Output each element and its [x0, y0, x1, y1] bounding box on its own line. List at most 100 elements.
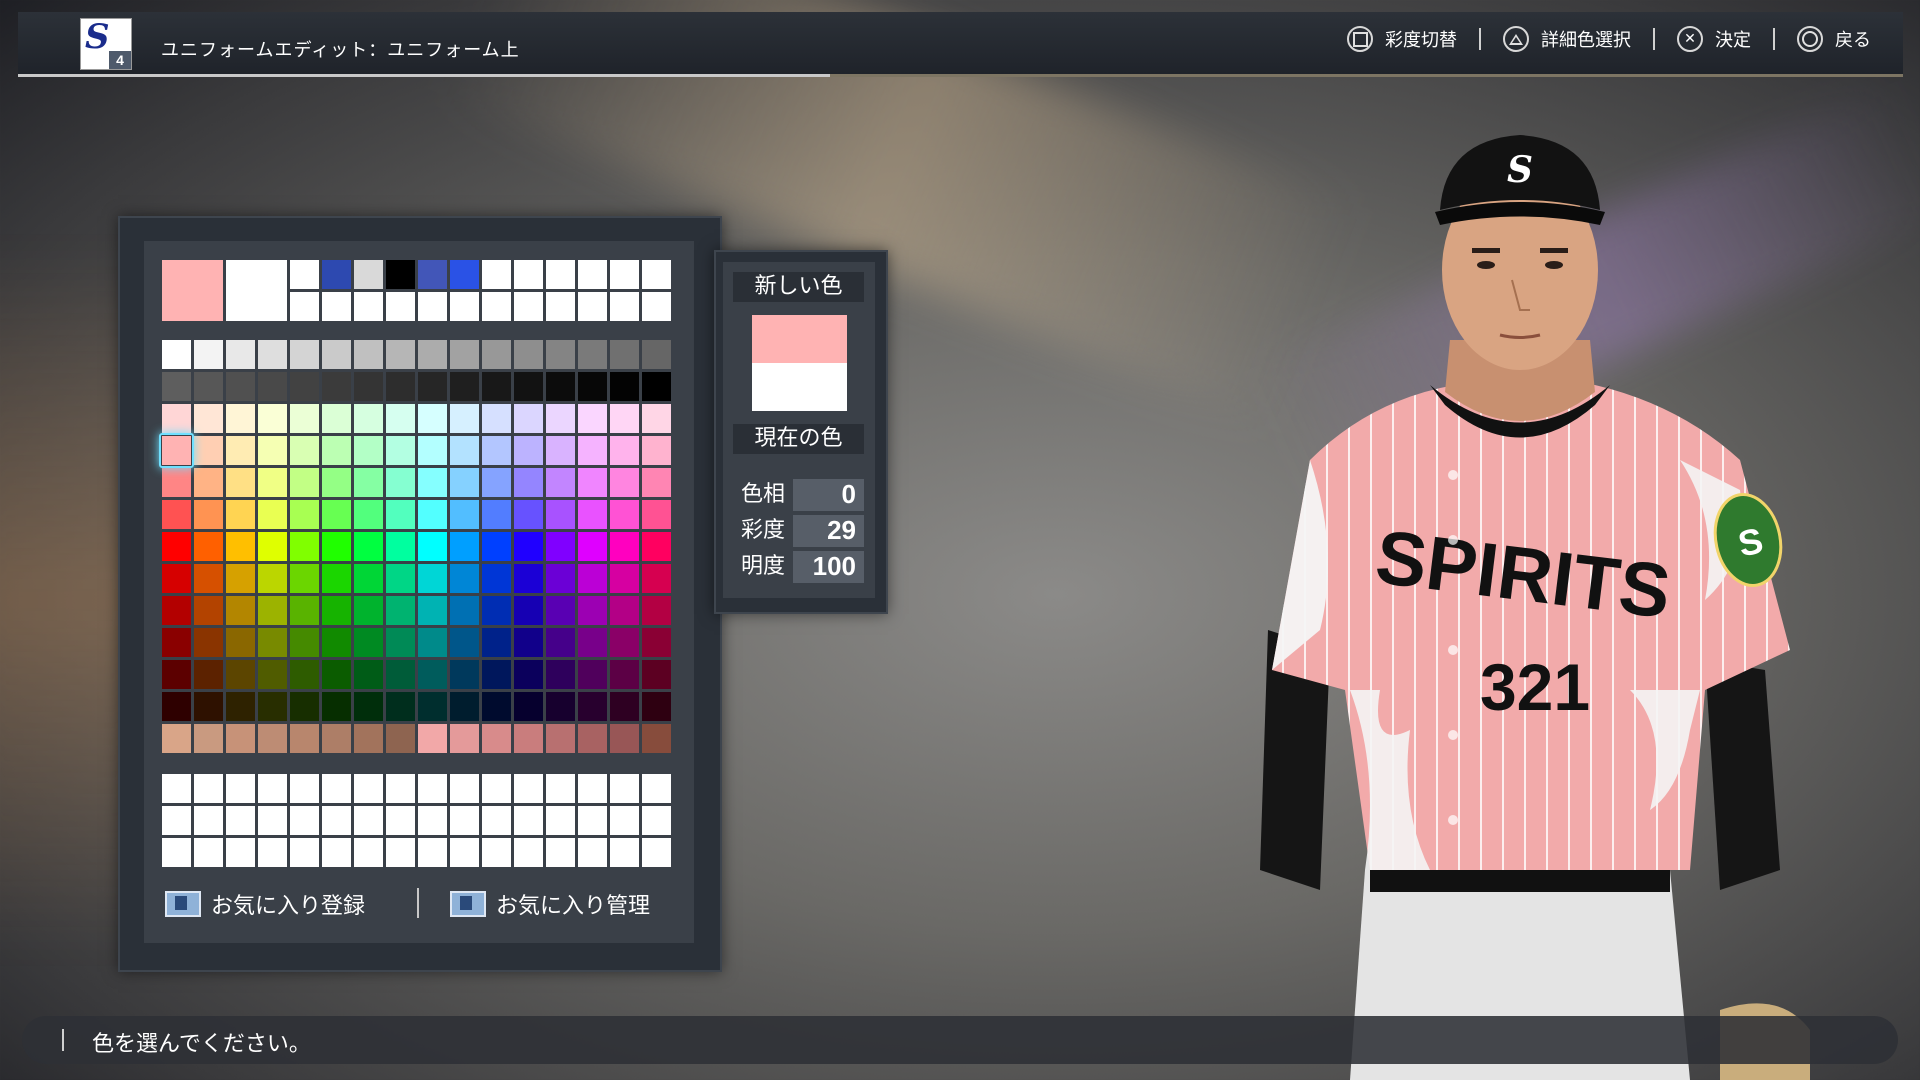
color-swatch[interactable] [642, 532, 671, 561]
favorite-slot[interactable] [386, 806, 415, 835]
favorite-register-control[interactable]: お気に入り登録 [165, 888, 365, 920]
color-swatch[interactable] [162, 404, 191, 433]
color-swatch[interactable] [194, 404, 223, 433]
color-swatch[interactable] [386, 468, 415, 497]
gray-swatch[interactable] [194, 340, 223, 369]
favorite-slot[interactable] [610, 806, 639, 835]
color-swatch[interactable] [418, 436, 447, 465]
color-swatch[interactable] [226, 436, 255, 465]
color-swatch[interactable] [354, 532, 383, 561]
color-swatch[interactable] [354, 564, 383, 593]
color-swatch[interactable] [578, 436, 607, 465]
color-swatch[interactable] [418, 596, 447, 625]
color-swatch[interactable] [578, 692, 607, 721]
color-swatch[interactable] [610, 436, 639, 465]
favorite-slot[interactable] [578, 838, 607, 867]
skin-tone-swatch[interactable] [450, 724, 479, 753]
color-swatch[interactable] [386, 692, 415, 721]
favorite-slot[interactable] [290, 806, 319, 835]
color-swatch[interactable] [450, 660, 479, 689]
color-swatch[interactable] [610, 660, 639, 689]
skin-tone-swatch[interactable] [194, 724, 223, 753]
favorite-slot[interactable] [386, 838, 415, 867]
favorite-slot[interactable] [322, 838, 351, 867]
color-swatch[interactable] [450, 692, 479, 721]
color-swatch[interactable] [482, 532, 511, 561]
color-swatch[interactable] [194, 596, 223, 625]
gray-swatch[interactable] [450, 340, 479, 369]
back-control[interactable]: 戻る [1797, 26, 1871, 52]
color-swatch[interactable] [354, 628, 383, 657]
color-swatch[interactable] [642, 628, 671, 657]
color-swatch[interactable] [578, 660, 607, 689]
color-swatch[interactable] [162, 596, 191, 625]
color-swatch[interactable] [194, 500, 223, 529]
gray-swatch[interactable] [418, 372, 447, 401]
favorite-slot[interactable] [162, 774, 191, 803]
color-swatch[interactable] [418, 468, 447, 497]
gray-swatch[interactable] [290, 340, 319, 369]
color-swatch[interactable] [226, 660, 255, 689]
gray-swatch[interactable] [642, 372, 671, 401]
color-swatch[interactable] [258, 628, 287, 657]
color-swatch[interactable] [610, 500, 639, 529]
color-swatch[interactable] [578, 596, 607, 625]
skin-tone-swatch[interactable] [546, 724, 575, 753]
gray-swatch[interactable] [514, 340, 543, 369]
gray-swatch[interactable] [290, 372, 319, 401]
favorite-slot[interactable] [194, 774, 223, 803]
color-swatch[interactable] [354, 436, 383, 465]
gray-swatch[interactable] [578, 340, 607, 369]
color-swatch[interactable] [162, 564, 191, 593]
color-swatch[interactable] [642, 564, 671, 593]
color-swatch[interactable] [642, 404, 671, 433]
recent-color-swatch[interactable] [578, 260, 607, 289]
gray-swatch[interactable] [322, 340, 351, 369]
color-swatch[interactable] [514, 660, 543, 689]
color-swatch[interactable] [354, 500, 383, 529]
favorite-slot[interactable] [226, 774, 255, 803]
color-swatch[interactable] [194, 628, 223, 657]
recent-color-swatch[interactable] [450, 292, 479, 321]
recent-color-swatch[interactable] [642, 292, 671, 321]
gray-swatch[interactable] [610, 372, 639, 401]
color-swatch[interactable] [226, 628, 255, 657]
favorite-slot[interactable] [194, 838, 223, 867]
favorite-slot[interactable] [642, 806, 671, 835]
color-swatch[interactable] [290, 660, 319, 689]
color-swatch[interactable] [610, 532, 639, 561]
favorite-slot[interactable] [258, 838, 287, 867]
recent-color-swatch[interactable] [610, 292, 639, 321]
color-swatch[interactable] [258, 692, 287, 721]
favorite-slot[interactable] [514, 806, 543, 835]
color-swatch[interactable] [642, 692, 671, 721]
color-swatch[interactable] [194, 692, 223, 721]
color-swatch[interactable] [450, 468, 479, 497]
skin-tone-swatch[interactable] [258, 724, 287, 753]
color-swatch[interactable] [610, 564, 639, 593]
gray-swatch[interactable] [226, 372, 255, 401]
color-swatch[interactable] [194, 436, 223, 465]
gray-swatch[interactable] [386, 340, 415, 369]
color-swatch[interactable] [514, 596, 543, 625]
color-swatch[interactable] [386, 596, 415, 625]
gray-swatch[interactable] [418, 340, 447, 369]
color-swatch[interactable] [514, 564, 543, 593]
color-swatch[interactable] [162, 500, 191, 529]
recent-color-swatch[interactable] [386, 292, 415, 321]
color-swatch[interactable] [450, 436, 479, 465]
favorite-slot[interactable] [610, 774, 639, 803]
favorite-slot[interactable] [514, 774, 543, 803]
color-swatch[interactable] [482, 436, 511, 465]
recent-color-swatch-large[interactable] [162, 260, 223, 321]
color-swatch[interactable] [482, 596, 511, 625]
favorite-slot[interactable] [450, 806, 479, 835]
gray-swatch[interactable] [546, 372, 575, 401]
recent-color-swatch[interactable] [322, 292, 351, 321]
color-swatch[interactable] [226, 500, 255, 529]
favorite-slot[interactable] [482, 774, 511, 803]
favorite-slot[interactable] [482, 838, 511, 867]
recent-color-swatch[interactable] [386, 260, 415, 289]
skin-tone-swatch[interactable] [226, 724, 255, 753]
gray-swatch[interactable] [482, 340, 511, 369]
